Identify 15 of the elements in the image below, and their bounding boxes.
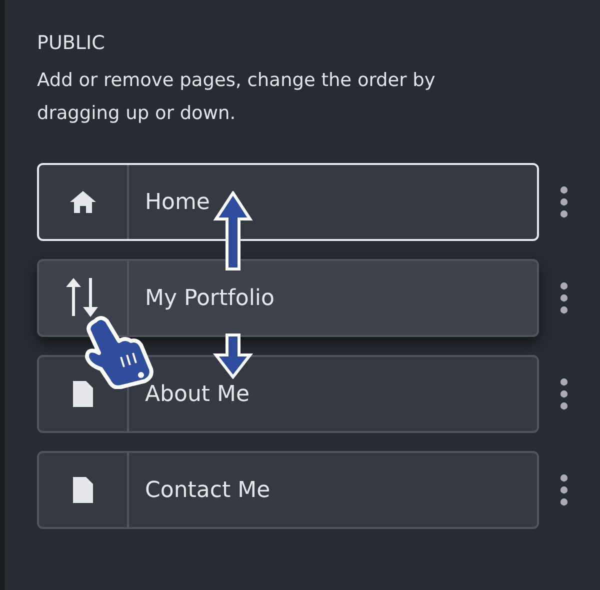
more-icon[interactable] [559,378,569,410]
section-description: Add or remove pages, change the order by dragging up or down. [37,69,436,126]
more-icon[interactable] [559,282,569,314]
section-title: PUBLIC [37,31,106,56]
home-icon [69,190,97,214]
page-item[interactable]: Contact Me [37,451,539,529]
down-arrow-icon [213,333,253,379]
page-item[interactable]: Home [37,163,539,241]
document-icon [73,477,93,503]
more-icon[interactable] [559,474,569,506]
document-icon [73,381,93,407]
page-item[interactable]: My Portfolio [37,259,539,337]
page-item[interactable]: About Me [37,355,539,433]
more-icon[interactable] [559,186,569,218]
up-arrow-icon [213,191,253,271]
